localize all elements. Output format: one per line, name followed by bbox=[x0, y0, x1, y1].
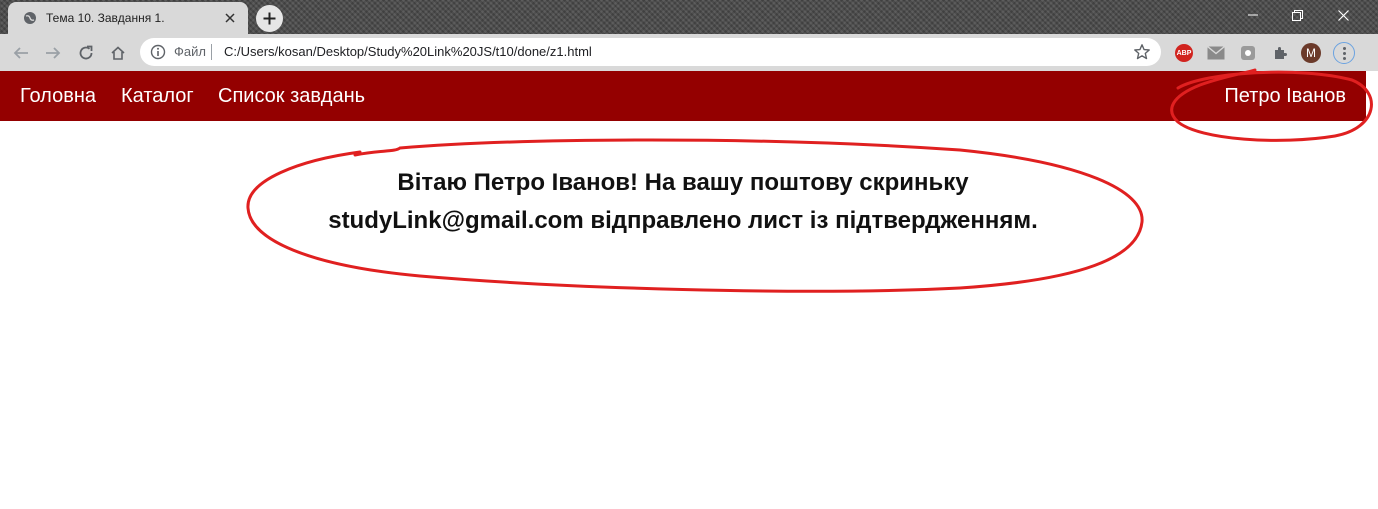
tab-title: Тема 10. Завдання 1. bbox=[46, 11, 165, 25]
confirmation-message: Вітаю Петро Іванов! На вашу поштову скри… bbox=[0, 164, 1366, 240]
restore-icon[interactable] bbox=[1274, 0, 1320, 30]
nav-link-task-list[interactable]: Список завдань bbox=[218, 85, 365, 108]
message-line-1: Вітаю Петро Іванов! На вашу поштову скри… bbox=[397, 169, 969, 196]
nav-link-home[interactable]: Головна bbox=[20, 85, 96, 108]
globe-icon bbox=[22, 10, 38, 26]
adblock-extension-icon[interactable]: ABP bbox=[1173, 42, 1195, 64]
profile-avatar[interactable]: M bbox=[1300, 42, 1322, 64]
address-divider bbox=[211, 44, 212, 60]
minimize-icon[interactable] bbox=[1230, 0, 1276, 30]
address-bar[interactable]: Файл C:/Users/kosan/Desktop/Study%20Link… bbox=[140, 38, 1161, 66]
info-icon[interactable] bbox=[150, 44, 166, 60]
file-scheme-label: Файл bbox=[174, 44, 206, 59]
user-name-link[interactable]: Петро Іванов bbox=[1224, 85, 1346, 108]
forward-arrow-icon[interactable] bbox=[40, 40, 66, 66]
browser-titlebar: Тема 10. Завдання 1. bbox=[0, 0, 1378, 34]
message-line-2: studyLink@gmail.com відправлено лист із … bbox=[328, 207, 1038, 234]
site-navbar: Головна Каталог Список завдань Петро Іва… bbox=[0, 71, 1366, 121]
browser-menu-icon[interactable] bbox=[1333, 42, 1355, 64]
puzzle-extensions-icon[interactable] bbox=[1269, 42, 1291, 64]
browser-toolbar: Файл C:/Users/kosan/Desktop/Study%20Link… bbox=[0, 34, 1378, 71]
home-icon[interactable] bbox=[105, 40, 131, 66]
mail-extension-icon[interactable] bbox=[1205, 42, 1227, 64]
new-tab-button[interactable] bbox=[256, 5, 283, 32]
bookmark-star-icon[interactable] bbox=[1133, 43, 1151, 61]
record-extension-icon[interactable] bbox=[1237, 42, 1259, 64]
close-tab-icon[interactable] bbox=[222, 10, 238, 26]
browser-tab[interactable]: Тема 10. Завдання 1. bbox=[8, 2, 248, 34]
url-text[interactable]: C:/Users/kosan/Desktop/Study%20Link%20JS… bbox=[224, 44, 592, 59]
close-window-icon[interactable] bbox=[1320, 0, 1366, 30]
back-arrow-icon[interactable] bbox=[8, 40, 34, 66]
reload-icon[interactable] bbox=[73, 40, 99, 66]
nav-link-catalog[interactable]: Каталог bbox=[121, 85, 194, 108]
